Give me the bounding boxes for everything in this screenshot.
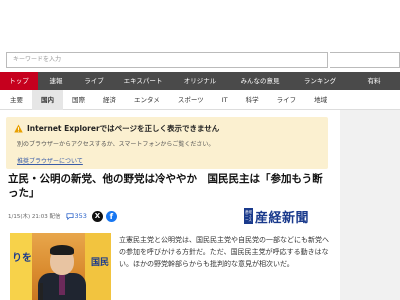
publish-date: 1/15(木) 21:03 配信 [8, 214, 61, 220]
warning-icon [14, 124, 23, 133]
photo-microphone [40, 283, 43, 300]
nav-tab-live[interactable]: ライブ [74, 72, 114, 90]
nav-tab-top[interactable]: トップ [0, 72, 38, 90]
ie-warning-box: Internet Explorerではページを正しく表示できません 別のブラウザ… [6, 117, 328, 169]
category-nav: 主要 国内 国際 経済 エンタメ スポーツ IT 科学 ライフ 地域 [0, 89, 400, 110]
article-card: Internet Explorerではページを正しく表示できません 別のブラウザ… [0, 110, 340, 300]
photo-figure-tie [59, 275, 65, 295]
publisher-name: 産経新聞 [255, 210, 310, 226]
category-entertainment[interactable]: エンタメ [125, 90, 169, 110]
main-nav: トップ 速報 ライブ エキスパート オリジナル みんなの意見 ランキング 有料 [0, 72, 400, 90]
photo-banner-left-text: りを [12, 253, 32, 264]
recommended-browser-link[interactable]: 推奨ブラウザーについて [17, 156, 83, 165]
facebook-share-icon[interactable]: f [105, 210, 117, 222]
x-share-icon[interactable]: X [91, 210, 103, 222]
category-life[interactable]: ライフ [268, 90, 306, 110]
search-button[interactable] [330, 52, 400, 68]
article-body: 立憲民主党と公明党は、国民民主党や自民党の一部などにも新党への参加を呼びかける方… [119, 236, 329, 268]
category-domestic[interactable]: 国内 [32, 89, 63, 110]
search-input[interactable]: キーワードを入力 [6, 52, 328, 68]
category-economy[interactable]: 経済 [94, 90, 125, 110]
header: キーワードを入力 [0, 0, 400, 72]
category-main[interactable]: 主要 [0, 90, 32, 110]
category-world[interactable]: 国際 [63, 90, 94, 110]
publisher-logo[interactable]: 産経 ニュース 産経新聞 [244, 208, 310, 226]
nav-tab-opinions[interactable]: みんなの意見 [228, 72, 292, 90]
comment-count[interactable]: 353 [75, 212, 87, 220]
comment-icon[interactable] [66, 212, 74, 220]
nav-tab-breaking[interactable]: 速報 [38, 72, 74, 90]
ie-warning-title: Internet Explorerではページを正しく表示できません [27, 124, 220, 133]
photo-banner-right-text: 国民 [90, 258, 109, 268]
category-it[interactable]: IT [213, 90, 237, 110]
nav-tab-ranking[interactable]: ランキング [292, 72, 348, 90]
category-local[interactable]: 地域 [305, 90, 336, 110]
nav-tab-expert[interactable]: エキスパート [114, 72, 172, 90]
nav-tab-original[interactable]: オリジナル [172, 72, 228, 90]
category-science[interactable]: 科学 [237, 90, 268, 110]
category-sports[interactable]: スポーツ [169, 90, 213, 110]
photo-banner-left [10, 233, 32, 300]
article-photo[interactable]: りを 国民 [10, 233, 111, 300]
photo-figure-hair [50, 245, 74, 255]
article-headline: 立民・公明の新党、他の野党は冷ややか 国民民主は「参加もう断った」 [8, 173, 323, 199]
ie-warning-text: 別のブラウザーからアクセスするか、スマートフォンからご覧ください。 [17, 141, 215, 148]
publisher-mark: 産経 ニュース [244, 208, 253, 224]
nav-tab-paid[interactable]: 有料 [348, 72, 400, 90]
